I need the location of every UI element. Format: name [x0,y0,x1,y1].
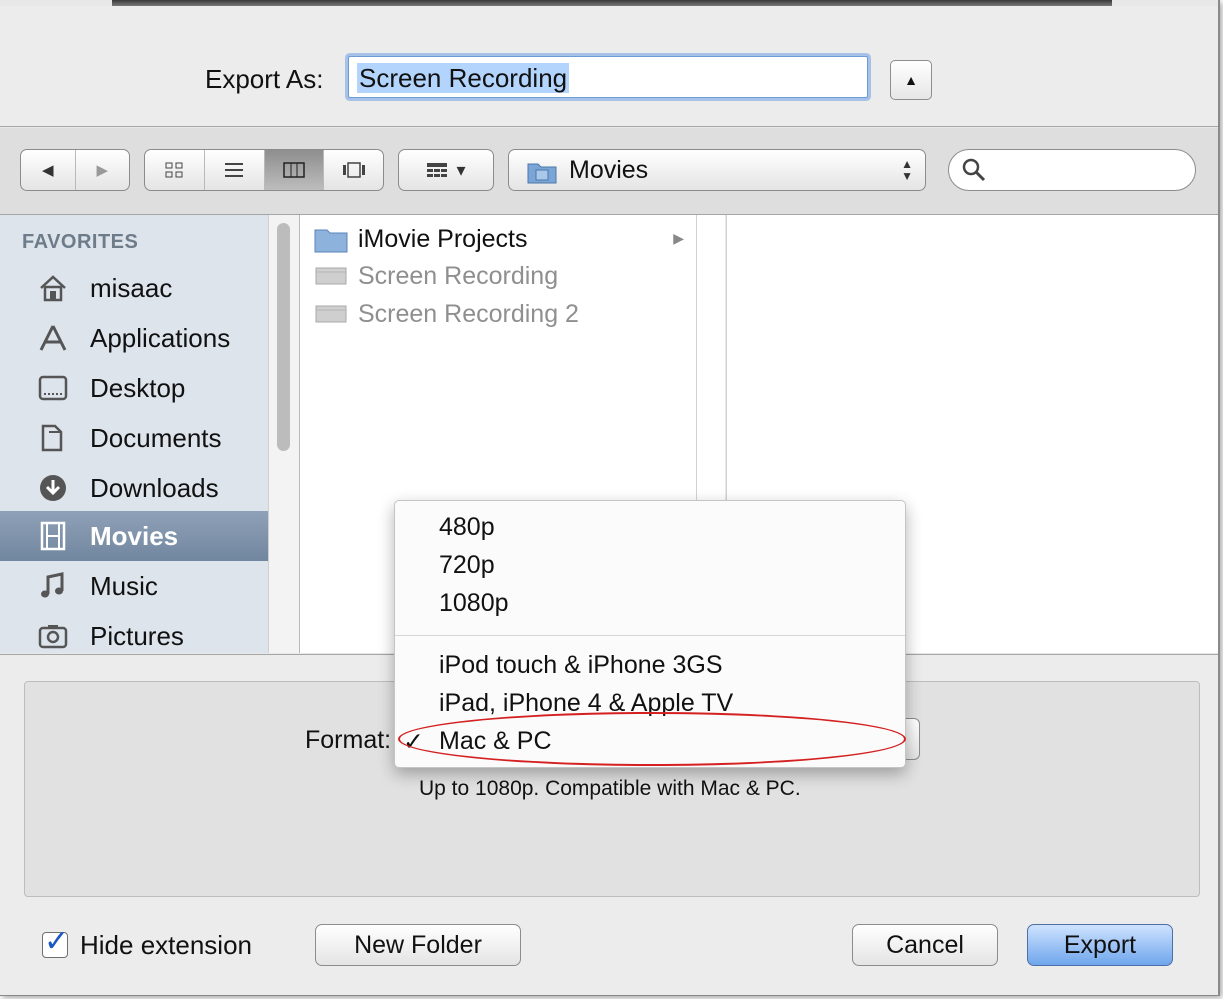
location-name: Movies [569,156,649,184]
folder-icon [314,229,348,253]
favorites-heading: FAVORITES [22,231,139,253]
sidebar: FAVORITES misaac Applications Desktop Do… [0,215,268,653]
hide-extension-label: Hide extension [80,930,252,960]
file-item-screen-recording[interactable]: Screen Recording [312,258,692,294]
menu-item-ipod-iphone-3gs[interactable]: iPod touch & iPhone 3GS [439,651,723,680]
hide-extension-checkbox[interactable]: ✓ [42,925,69,958]
disclosure-arrow-icon: ▶ [673,230,684,246]
list-view-icon [225,163,244,177]
view-mode-control [144,149,384,191]
updown-arrows-icon: ▲ ▼ [901,157,913,183]
menu-item-480p[interactable]: 480p [439,513,495,542]
sidebar-item-documents[interactable]: Documents [0,413,268,463]
export-button[interactable]: Export [1027,924,1173,966]
export-dialog: Export As: Screen Recording ▲ ◀ ▶ ▾ Movi… [0,0,1220,996]
location-popup[interactable]: Movies ▲ ▼ [508,149,926,191]
forward-button[interactable]: ▶ [76,150,130,190]
arrange-button[interactable]: ▾ [398,149,494,191]
sidebar-item-label: Applications [90,323,231,353]
desktop-icon [38,375,68,401]
column-view-button[interactable] [264,150,325,190]
file-name: Screen Recording [358,262,559,290]
file-item-screen-recording-2[interactable]: Screen Recording 2 [312,296,692,332]
column-view-icon [283,162,305,178]
icon-view-button[interactable] [145,150,205,190]
applications-icon [39,325,67,351]
list-view-button[interactable] [205,150,265,190]
sidebar-item-label: Desktop [90,373,186,403]
filename-text: Screen Recording [357,63,570,93]
checkmark-icon: ✓ [44,925,70,958]
new-folder-button[interactable]: New Folder [315,924,521,966]
search-field[interactable] [948,149,1196,191]
export-as-row: Export As: Screen Recording ▲ [0,6,1218,126]
file-name: Screen Recording 2 [358,300,579,328]
home-icon [40,275,66,302]
sidebar-scroll-thumb[interactable] [277,223,290,451]
sidebar-item-pictures[interactable]: Pictures [0,611,268,653]
toolbar: ◀ ▶ ▾ Movies ▲ ▼ [0,128,1218,214]
movie-file-icon [315,305,347,323]
menu-item-1080p[interactable]: 1080p [439,589,509,618]
file-name: iMovie Projects [358,225,528,253]
sidebar-scrollbar[interactable] [268,215,300,653]
arrange-control: ▾ [399,150,493,190]
search-icon [962,158,986,182]
arrange-icon [427,163,448,177]
sidebar-item-label: Music [90,571,158,601]
browser-column-3 [1139,215,1218,653]
highlight-annotation-ellipse [398,712,906,766]
coverflow-view-button[interactable] [324,150,383,190]
cancel-button[interactable]: Cancel [852,924,998,966]
export-as-input[interactable]: Screen Recording [348,56,868,98]
format-label: Format: [305,726,392,754]
back-button[interactable]: ◀ [21,150,76,190]
forward-arrow-icon: ▶ [96,162,109,179]
back-arrow-icon: ◀ [41,162,54,179]
pictures-icon [38,625,68,649]
back-forward-control: ◀ ▶ [20,149,130,191]
icon-view-icon [165,162,183,178]
export-as-label: Export As: [205,64,324,94]
sidebar-item-desktop[interactable]: Desktop [0,363,268,413]
sidebar-item-label: misaac [90,273,173,303]
sidebar-item-label: Pictures [90,621,184,651]
chevron-down-icon: ▾ [456,159,466,180]
sidebar-item-downloads[interactable]: Downloads [0,463,268,513]
movies-icon [40,521,66,551]
coverflow-view-icon [342,162,365,178]
format-description: Up to 1080p. Compatible with Mac & PC. [419,777,801,800]
downloads-icon [40,475,66,501]
top-divider [0,126,1218,127]
sidebar-item-music[interactable]: Music [0,561,268,611]
documents-icon [41,424,63,452]
music-icon [41,572,64,598]
sidebar-item-misaac[interactable]: misaac [0,263,268,313]
sidebar-item-label: Documents [90,423,222,453]
collapse-button[interactable]: ▲ [890,60,932,100]
menu-separator [395,635,905,636]
sidebar-item-label: Downloads [90,473,219,503]
movie-file-icon [315,267,347,285]
file-item-imovie-projects[interactable]: iMovie Projects ▶ [312,221,692,257]
sidebar-item-applications[interactable]: Applications [0,313,268,363]
sidebar-item-label: Movies [90,521,179,551]
menu-item-720p[interactable]: 720p [439,551,495,580]
movies-folder-icon [527,163,557,184]
triangle-up-icon: ▲ [904,72,918,88]
sidebar-item-movies[interactable]: Movies [0,511,268,561]
